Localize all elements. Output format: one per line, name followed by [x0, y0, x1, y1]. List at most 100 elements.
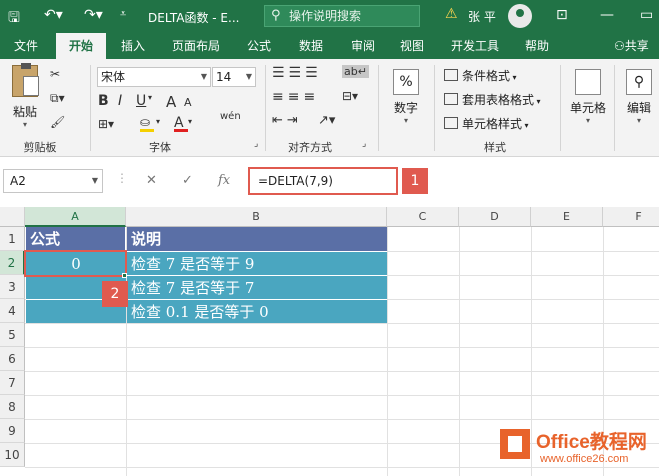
tab-home[interactable]: 开始	[56, 33, 106, 59]
undo-icon[interactable]: ↶▾	[44, 7, 63, 23]
cell-b1[interactable]: 说明	[127, 227, 387, 251]
customize-icon[interactable]: ⩡	[120, 7, 126, 21]
font-color-dropdown-icon[interactable]: ▾	[188, 117, 192, 126]
divider	[265, 65, 266, 151]
column-header-a[interactable]: A	[25, 207, 126, 227]
font-size-select[interactable]: 14 ▼	[212, 67, 256, 87]
font-name-select[interactable]: 宋体 ▼	[97, 67, 211, 87]
column-header-f[interactable]: F	[603, 207, 659, 227]
row-header-1[interactable]: 1	[0, 227, 25, 251]
search-input[interactable]: ⚲ 操作说明搜索	[264, 5, 420, 27]
selected-cell-outline	[24, 250, 127, 277]
save-icon[interactable]: 🖫	[8, 7, 20, 31]
ribbon-options-icon[interactable]: ⊡	[556, 7, 568, 23]
underline-dropdown-icon[interactable]: ▾	[148, 93, 152, 102]
enter-icon[interactable]: ✓	[182, 173, 193, 188]
font-color-icon[interactable]: A	[174, 115, 188, 132]
font-launcher-icon[interactable]: ⌟	[254, 139, 258, 149]
fill-dropdown-icon[interactable]: ▾	[156, 117, 160, 126]
orientation-icon[interactable]: ↗▾	[318, 113, 335, 128]
cut-icon[interactable]: ✂	[50, 67, 60, 81]
cell-b2[interactable]: 检查 7 是否等于 9	[127, 251, 387, 275]
step-badge-1: 1	[402, 168, 428, 194]
tab-file[interactable]: 文件	[4, 33, 48, 59]
cell-styles-button[interactable]: 单元格样式 ▾	[444, 115, 529, 132]
maximize-icon[interactable]: ▭	[640, 7, 653, 23]
font-grow-button[interactable]: A	[166, 93, 176, 111]
font-shrink-button[interactable]: A	[184, 96, 192, 109]
row-header-10[interactable]: 10	[0, 443, 25, 467]
align-top-icons[interactable]: ☰☰☰	[272, 65, 322, 81]
clipboard-icon	[12, 63, 39, 97]
editing-button[interactable]: ⚲ 编辑 ▾	[620, 69, 658, 125]
drag-handle-icon[interactable]: ⋮	[116, 171, 128, 185]
conditional-format-icon	[444, 69, 458, 81]
indent-icons[interactable]: ⇤⇥	[272, 113, 302, 128]
user-name[interactable]: 张 平	[468, 8, 496, 25]
tab-view[interactable]: 视图	[392, 33, 432, 59]
format-as-table-button[interactable]: 套用表格格式 ▾	[444, 91, 541, 108]
copy-icon[interactable]: ⧉▾	[50, 91, 65, 106]
group-alignment-label: 对齐方式	[288, 141, 332, 154]
warning-icon[interactable]: ⚠	[445, 6, 458, 22]
font-size-value: 14	[216, 70, 232, 84]
cells-button[interactable]: 单元格 ▾	[566, 69, 610, 125]
wrap-text-icon[interactable]: ab↵	[342, 65, 369, 78]
name-box[interactable]: A2 ▼	[3, 169, 103, 193]
avatar[interactable]	[508, 4, 532, 28]
row-header-8[interactable]: 8	[0, 395, 25, 419]
tab-developer[interactable]: 开发工具	[444, 33, 506, 59]
row-header-2[interactable]: 2	[0, 251, 25, 275]
row-header-5[interactable]: 5	[0, 323, 25, 347]
tab-help[interactable]: 帮助	[516, 33, 558, 59]
cell-b3[interactable]: 检查 7 是否等于 7	[127, 275, 387, 299]
fill-color-icon[interactable]: ⛀	[140, 115, 154, 132]
select-all-corner[interactable]	[0, 207, 25, 227]
conditional-format-button[interactable]: 条件格式 ▾	[444, 67, 517, 84]
row-header-9[interactable]: 9	[0, 419, 25, 443]
redo-icon[interactable]: ↷▾	[84, 7, 103, 23]
underline-button[interactable]: U	[136, 93, 146, 109]
formula-input[interactable]: =DELTA(7,9)	[248, 167, 398, 195]
column-header-c[interactable]: C	[387, 207, 459, 227]
row-header-7[interactable]: 7	[0, 371, 25, 395]
merge-icon[interactable]: ⊟▾	[342, 89, 358, 103]
border-icon[interactable]: ⊞▾	[98, 117, 114, 131]
cell-a1[interactable]: 公式	[26, 227, 126, 251]
row-header-3[interactable]: 3	[0, 275, 25, 299]
tab-data[interactable]: 数据	[290, 33, 332, 59]
ribbon: 粘贴 ▾ ✂ ⧉▾ 🖌 剪贴板 宋体 ▼ 14 ▼ B I U ▾ A A ⊞▾…	[0, 59, 659, 157]
cancel-icon[interactable]: ✕	[146, 173, 157, 188]
search-icon: ⚲	[626, 69, 652, 95]
paste-button[interactable]: 粘贴 ▾	[6, 63, 44, 129]
tab-review[interactable]: 审阅	[342, 33, 384, 59]
paste-dropdown-icon[interactable]: ▾	[6, 120, 44, 129]
tab-insert[interactable]: 插入	[112, 33, 154, 59]
column-header-e[interactable]: E	[531, 207, 603, 227]
person-icon: ⚇	[614, 39, 625, 53]
office-logo-icon	[500, 429, 530, 459]
paste-label: 粘贴	[12, 105, 37, 119]
insert-function-icon[interactable]: fx	[218, 173, 230, 188]
chevron-down-icon: ▼	[200, 72, 208, 81]
column-header-b[interactable]: B	[126, 207, 387, 227]
gridline	[25, 371, 659, 372]
format-painter-icon[interactable]: 🖌	[50, 115, 65, 129]
cell-b4[interactable]: 检查 0.1 是否等于 0	[127, 299, 387, 323]
minimize-icon[interactable]: —	[600, 7, 614, 23]
row-header-6[interactable]: 6	[0, 347, 25, 371]
alignment-launcher-icon[interactable]: ⌟	[362, 139, 366, 149]
share-button[interactable]: ⚇共享	[614, 33, 649, 59]
row-header-4[interactable]: 4	[0, 299, 25, 323]
align-left-icons[interactable]: ≡≡≡	[272, 89, 319, 105]
fill-handle[interactable]	[122, 273, 127, 278]
phonetic-button[interactable]: wén	[220, 111, 241, 122]
bold-button[interactable]: B	[98, 93, 109, 109]
cell-styles-icon	[444, 117, 458, 129]
divider	[434, 65, 435, 151]
tab-formulas[interactable]: 公式	[238, 33, 280, 59]
number-format-button[interactable]: % 数字 ▾	[386, 69, 426, 125]
column-header-d[interactable]: D	[459, 207, 531, 227]
tab-page-layout[interactable]: 页面布局	[164, 33, 228, 59]
italic-button[interactable]: I	[118, 93, 122, 109]
